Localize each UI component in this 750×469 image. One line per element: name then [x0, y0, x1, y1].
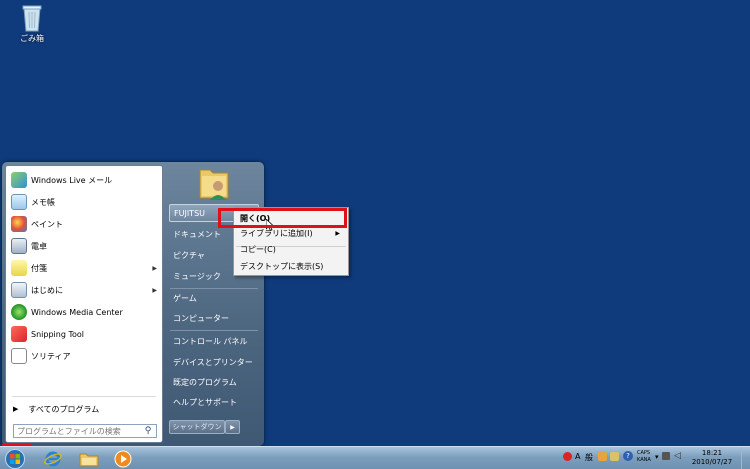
desktop: ごみ箱 Windows Live メール メモ帳 ペイント 電卓 付箋 ▶ はじ… — [0, 0, 750, 469]
mail-icon — [11, 172, 27, 188]
program-label: 電卓 — [31, 241, 47, 251]
shutdown-options-button[interactable]: ▶ — [225, 420, 240, 434]
notepad-icon — [11, 194, 27, 210]
shutdown-label: シャットダウン — [172, 423, 222, 431]
recycle-bin-icon — [22, 5, 42, 32]
program-item-sticky-notes[interactable]: 付箋 ▶ — [8, 258, 160, 278]
calculator-icon — [11, 238, 27, 254]
program-item-getting-started[interactable]: はじめに ▶ — [8, 280, 160, 300]
context-item-label: コピー(C) — [240, 245, 276, 254]
internet-explorer-icon — [44, 451, 62, 466]
ime-pad-icon[interactable] — [563, 452, 572, 461]
search-box[interactable]: ⚲ — [13, 424, 157, 438]
context-item-copy[interactable]: コピー(C) — [234, 242, 346, 257]
taskbar-media-player[interactable] — [106, 448, 140, 469]
program-item-windows-live-mail[interactable]: Windows Live メール — [8, 170, 160, 190]
right-item-label: ピクチャ — [173, 250, 205, 260]
caps-indicator: CAPS — [637, 450, 651, 456]
right-item-label: ヘルプとサポート — [173, 397, 237, 407]
right-item-games[interactable]: ゲーム — [169, 289, 259, 307]
divider — [170, 330, 258, 331]
program-label: ペイント — [31, 219, 63, 229]
program-label: Windows Media Center — [31, 307, 123, 317]
right-item-label: ゲーム — [173, 293, 197, 303]
media-player-icon — [114, 450, 132, 467]
all-programs-button[interactable]: ▶ すべてのプログラム — [10, 401, 160, 417]
all-programs-label: すべてのプログラム — [28, 404, 100, 414]
right-item-label: FUJITSU — [174, 208, 205, 218]
program-item-snipping-tool[interactable]: Snipping Tool — [8, 324, 160, 344]
recycle-bin[interactable]: ごみ箱 — [12, 4, 52, 44]
ime-tools-icon[interactable] — [598, 452, 607, 461]
kana-indicator: KANA — [637, 457, 651, 463]
ime-mode-indicator[interactable]: A — [575, 452, 580, 461]
submenu-arrow-icon: ▶ — [335, 230, 340, 237]
program-label: Windows Live メール — [31, 175, 113, 185]
right-item-devices-printers[interactable]: デバイスとプリンター — [169, 353, 259, 371]
program-item-calculator[interactable]: 電卓 — [8, 236, 160, 256]
recycle-bin-label: ごみ箱 — [20, 34, 44, 43]
taskbar-internet-explorer[interactable] — [36, 448, 70, 469]
windows-orb-icon — [5, 448, 25, 469]
right-item-label: デバイスとプリンター — [173, 357, 253, 367]
right-item-label: ドキュメント — [173, 229, 221, 239]
program-label: はじめに — [31, 285, 63, 295]
network-icon[interactable] — [662, 452, 670, 460]
paint-icon — [11, 216, 27, 232]
program-label: ソリティア — [31, 351, 71, 361]
right-item-help-support[interactable]: ヘルプとサポート — [169, 393, 259, 411]
start-menu: Windows Live メール メモ帳 ペイント 電卓 付箋 ▶ はじめに ▶… — [2, 162, 264, 446]
ime-input-mode[interactable]: 般 — [585, 452, 593, 463]
clock-time: 18:21 — [701, 449, 723, 457]
highlight-open-item — [218, 208, 347, 228]
program-item-solitaire[interactable]: ソリティア — [8, 346, 160, 366]
context-item-label: ライブラリに追加(I) — [240, 229, 313, 238]
start-button[interactable] — [0, 448, 30, 469]
getting-started-icon — [11, 282, 27, 298]
divider — [12, 396, 156, 397]
media-center-icon — [11, 304, 27, 320]
program-label: Snipping Tool — [31, 329, 84, 339]
right-item-label: 既定のプログラム — [173, 377, 237, 387]
sticky-notes-icon — [11, 260, 27, 276]
right-item-label: コンピューター — [173, 313, 229, 323]
chevron-right-icon: ▶ — [230, 423, 235, 431]
right-item-default-programs[interactable]: 既定のプログラム — [169, 373, 259, 391]
clock[interactable]: 18:21 2010/07/27 — [686, 449, 738, 467]
shutdown-button[interactable]: シャットダウン — [169, 420, 225, 434]
solitaire-icon — [11, 348, 27, 364]
chevron-down-icon[interactable]: ▾ — [655, 453, 659, 461]
program-item-media-center[interactable]: Windows Media Center — [8, 302, 160, 322]
right-item-label: コントロール パネル — [173, 336, 248, 346]
explorer-folder-icon — [79, 453, 99, 466]
context-item-show-on-desktop[interactable]: デスクトップに表示(S) — [234, 259, 346, 274]
help-icon[interactable]: ? — [623, 451, 633, 461]
right-item-label: ミュージック — [173, 271, 221, 281]
submenu-arrow-icon: ▶ — [152, 286, 157, 294]
taskbar-explorer[interactable] — [72, 448, 106, 469]
program-item-paint[interactable]: ペイント — [8, 214, 160, 234]
search-input[interactable] — [14, 426, 142, 436]
program-label: 付箋 — [31, 263, 47, 273]
taskbar: A 般 ? CAPS KANA ▾ ◁ 18:21 2010/07/27 — [0, 446, 750, 469]
right-item-control-panel[interactable]: コントロール パネル — [169, 332, 259, 350]
program-item-notepad[interactable]: メモ帳 — [8, 192, 160, 212]
volume-icon[interactable]: ◁ — [674, 451, 681, 461]
ime-dictionary-icon[interactable] — [610, 452, 619, 461]
program-label: メモ帳 — [31, 197, 55, 207]
right-item-computer[interactable]: コンピューター — [169, 309, 259, 327]
submenu-arrow-icon: ▶ — [152, 264, 157, 272]
context-item-add-to-library[interactable]: ライブラリに追加(I) ▶ — [234, 226, 346, 241]
show-desktop-button[interactable] — [741, 447, 750, 469]
clock-date: 2010/07/27 — [691, 458, 733, 466]
search-icon[interactable]: ⚲ — [142, 426, 154, 436]
context-item-label: デスクトップに表示(S) — [240, 262, 324, 271]
snipping-tool-icon — [11, 326, 27, 342]
user-folder-icon — [199, 169, 229, 200]
program-list-pane: Windows Live メール メモ帳 ペイント 電卓 付箋 ▶ はじめに ▶… — [5, 165, 163, 443]
triangle-right-icon: ▶ — [13, 405, 19, 413]
